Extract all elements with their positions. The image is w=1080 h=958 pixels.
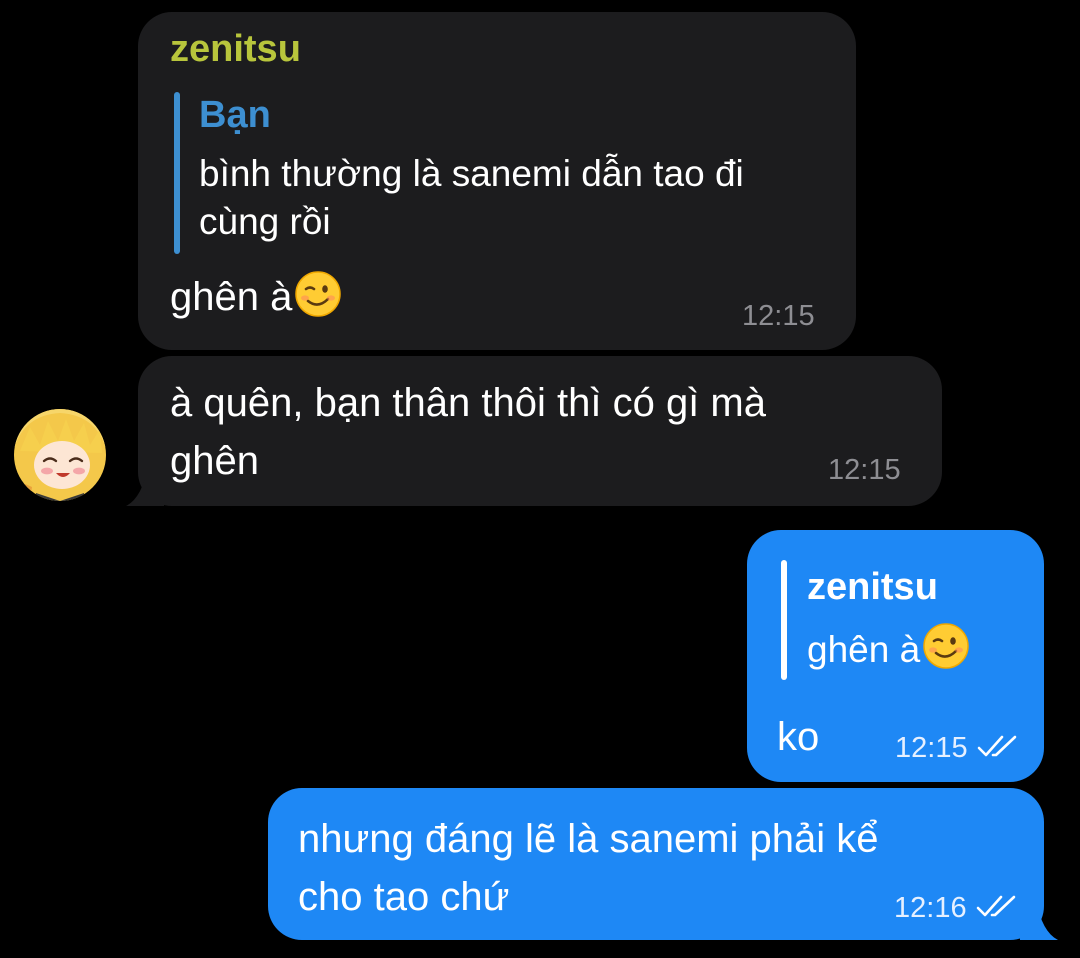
message-timestamp: 12:15 [742, 300, 815, 332]
reply-text: ghên à [807, 622, 970, 674]
outgoing-message-bubble[interactable]: zenitsu ghên à ko 12:15 [747, 530, 1044, 782]
message-text-line: à quên, bạn thân thôi thì có gì mà [170, 381, 766, 425]
message-timestamp: 12:15 [895, 732, 968, 764]
message-text: ghên à [170, 268, 342, 326]
winking-face-emoji-icon [923, 623, 969, 669]
outgoing-bubble-tail [1020, 900, 1058, 940]
reply-author: Bạn [199, 94, 271, 136]
read-receipt-double-check-icon [976, 895, 1016, 917]
reply-text-line: bình thường là sanemi dẫn tao đi [199, 153, 744, 194]
message-text-content: ghên à [170, 275, 293, 319]
read-receipt-double-check-icon [977, 735, 1017, 757]
message-timestamp: 12:16 [894, 892, 967, 924]
message-text-line: nhưng đáng lẽ là sanemi phải kể [298, 817, 879, 861]
incoming-message-bubble[interactable]: à quên, bạn thân thôi thì có gì mà ghên … [138, 356, 942, 506]
message-text-line: cho tao chứ [298, 875, 510, 919]
incoming-bubble-tail [126, 466, 164, 506]
message-text-line: ghên [170, 439, 259, 483]
reply-text-content: ghên à [807, 629, 921, 670]
sender-name[interactable]: zenitsu [170, 28, 301, 71]
message-timestamp: 12:15 [828, 454, 901, 486]
reply-quote[interactable]: Bạn bình thường là sanemi dẫn tao đi cùn… [174, 92, 834, 254]
outgoing-message-bubble[interactable]: nhưng đáng lẽ là sanemi phải kể cho tao … [268, 788, 1044, 940]
reply-quote[interactable]: zenitsu ghên à [781, 560, 1021, 680]
avatar-image [14, 409, 106, 501]
reply-quote-bar [781, 560, 787, 680]
message-text: ko [777, 715, 820, 759]
contact-avatar[interactable] [14, 409, 106, 501]
reply-author: zenitsu [807, 566, 938, 608]
reply-quote-bar [174, 92, 180, 254]
winking-face-emoji-icon [295, 271, 342, 317]
incoming-message-bubble[interactable]: zenitsu Bạn bình thường là sanemi dẫn ta… [138, 12, 856, 350]
reply-text-line: cùng rồi [199, 201, 331, 242]
